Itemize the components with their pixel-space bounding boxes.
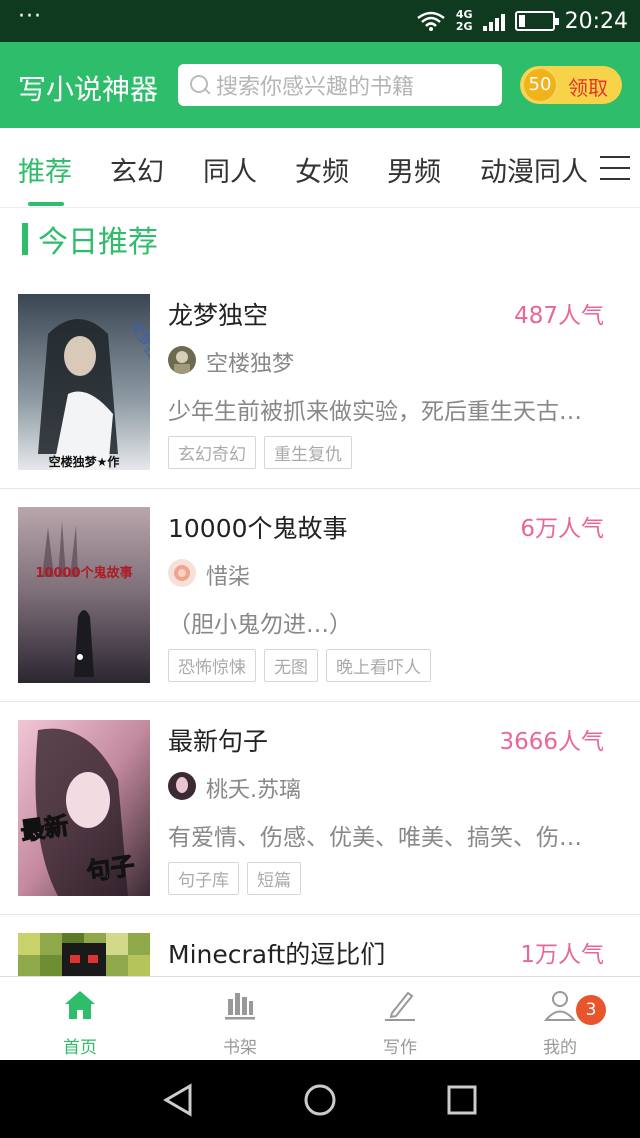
- book-title: 10000个鬼故事: [168, 514, 348, 543]
- claim-label: 领取: [568, 76, 608, 100]
- tab-fanfic[interactable]: 同人: [203, 150, 257, 189]
- search-placeholder: 搜索你感兴趣的书籍: [216, 75, 415, 100]
- clock: 20:24: [564, 8, 628, 34]
- bookshelf-icon: [225, 993, 255, 1020]
- signal-icon: [482, 11, 505, 31]
- nav-label: 书架: [223, 1038, 257, 1058]
- author-name: 桃夭.苏璃: [206, 778, 301, 803]
- battery-level: [518, 15, 525, 27]
- book-title: Minecraft的逗比们: [168, 940, 386, 969]
- user-icon: [543, 991, 577, 1021]
- coin-icon: 50: [522, 67, 558, 103]
- claim-coins-button[interactable]: 50 领取: [520, 66, 622, 104]
- tab-fantasy[interactable]: 玄幻: [110, 150, 164, 189]
- book-cover: 龙梦独空 空楼独梦★作: [18, 294, 150, 470]
- book-cover: 10000个鬼故事: [18, 507, 150, 683]
- nav-profile[interactable]: 3 我的: [480, 977, 640, 1061]
- book-item[interactable]: Minecraft的逗比们 1万人气: [0, 915, 640, 976]
- book-description: 少年生前被抓来做实验，死后重生天古…: [168, 399, 582, 425]
- book-title: 最新句子: [168, 727, 269, 756]
- cover-caption: 空楼独梦★作: [49, 454, 120, 469]
- home-button-icon[interactable]: [302, 1082, 338, 1118]
- category-tabs: 推荐 玄幻 同人 女频 男频 动漫同人: [0, 128, 640, 208]
- author-avatar: [168, 346, 196, 374]
- notification-dots-icon: ···: [18, 4, 42, 29]
- network-type: 4G 2G: [456, 9, 473, 33]
- notification-badge: 3: [576, 995, 606, 1025]
- cover-caption: 10000个鬼故事: [35, 565, 132, 581]
- book-popularity: 3666人气: [499, 729, 604, 755]
- section-marker: [22, 223, 28, 255]
- bottom-navigation: 首页 书架 写作 3 我的: [0, 976, 640, 1060]
- tab-recommend[interactable]: 推荐: [18, 150, 72, 189]
- recent-apps-icon[interactable]: [446, 1084, 478, 1116]
- book-popularity: 487人气: [514, 303, 604, 329]
- app-title: 写小说神器: [18, 73, 159, 106]
- author-avatar: [168, 559, 196, 587]
- book-tags: 句子库 短篇: [168, 862, 301, 895]
- author-name: 惜柒: [206, 565, 251, 590]
- nav-write[interactable]: 写作: [320, 977, 480, 1061]
- book-item[interactable]: 龙梦独空 空楼独梦★作 龙梦独空 487人气 空楼独梦 少年生前被抓来做实验，死…: [0, 276, 640, 489]
- book-tags: 恐怖惊悚 无图 晚上看吓人: [168, 649, 431, 682]
- book-tag: 恐怖惊悚: [168, 649, 256, 682]
- book-tag: 玄幻奇幻: [168, 436, 256, 469]
- home-icon: [65, 991, 95, 1019]
- book-title: 龙梦独空: [168, 301, 269, 330]
- search-input[interactable]: 搜索你感兴趣的书籍: [178, 64, 502, 106]
- nav-label: 写作: [383, 1038, 417, 1058]
- book-popularity: 6万人气: [520, 516, 604, 542]
- nav-home[interactable]: 首页: [0, 977, 160, 1061]
- book-tag: 重生复仇: [264, 436, 352, 469]
- section-header: 今日推荐: [22, 222, 158, 260]
- pen-icon: [385, 991, 415, 1021]
- book-tags: 玄幻奇幻 重生复仇: [168, 436, 352, 469]
- book-tag: 晚上看吓人: [326, 649, 431, 682]
- battery-icon: [514, 11, 559, 31]
- book-popularity: 1万人气: [520, 942, 604, 968]
- app-header: 写小说神器 搜索你感兴趣的书籍 50 领取: [0, 42, 640, 128]
- status-bar: ··· 4G 2G 20:24: [0, 0, 640, 42]
- nav-label: 我的: [543, 1038, 577, 1058]
- book-tag: 句子库: [168, 862, 239, 895]
- nav-bookshelf[interactable]: 书架: [160, 977, 320, 1061]
- active-tab-indicator: [28, 202, 64, 206]
- search-icon: [186, 64, 216, 106]
- book-tag: 无图: [264, 649, 318, 682]
- tab-female[interactable]: 女频: [295, 150, 349, 189]
- book-cover: 最新 句子: [18, 720, 150, 896]
- system-navigation-bar: [0, 1060, 640, 1138]
- book-cover: [18, 933, 150, 976]
- back-icon[interactable]: [160, 1082, 196, 1118]
- wifi-icon: [417, 11, 445, 31]
- nav-label: 首页: [63, 1038, 97, 1058]
- author-name: 空楼独梦: [206, 352, 295, 377]
- book-item[interactable]: 10000个鬼故事 10000个鬼故事 6万人气 惜柒 （胆小鬼勿进…） 恐怖惊…: [0, 489, 640, 702]
- menu-icon[interactable]: [600, 156, 630, 180]
- book-item[interactable]: 最新 句子 最新句子 3666人气 桃夭.苏璃 有爱情、伤感、优美、唯美、搞笑、…: [0, 702, 640, 915]
- network-type-bottom: 2G: [455, 20, 473, 33]
- tab-anime-fanfic[interactable]: 动漫同人: [480, 150, 588, 189]
- tab-male[interactable]: 男频: [387, 150, 441, 189]
- book-description: （胆小鬼勿进…）: [168, 612, 352, 638]
- section-title: 今日推荐: [38, 225, 158, 260]
- book-description: 有爱情、伤感、优美、唯美、搞笑、伤…: [168, 825, 582, 851]
- book-tag: 短篇: [247, 862, 301, 895]
- author-avatar: [168, 772, 196, 800]
